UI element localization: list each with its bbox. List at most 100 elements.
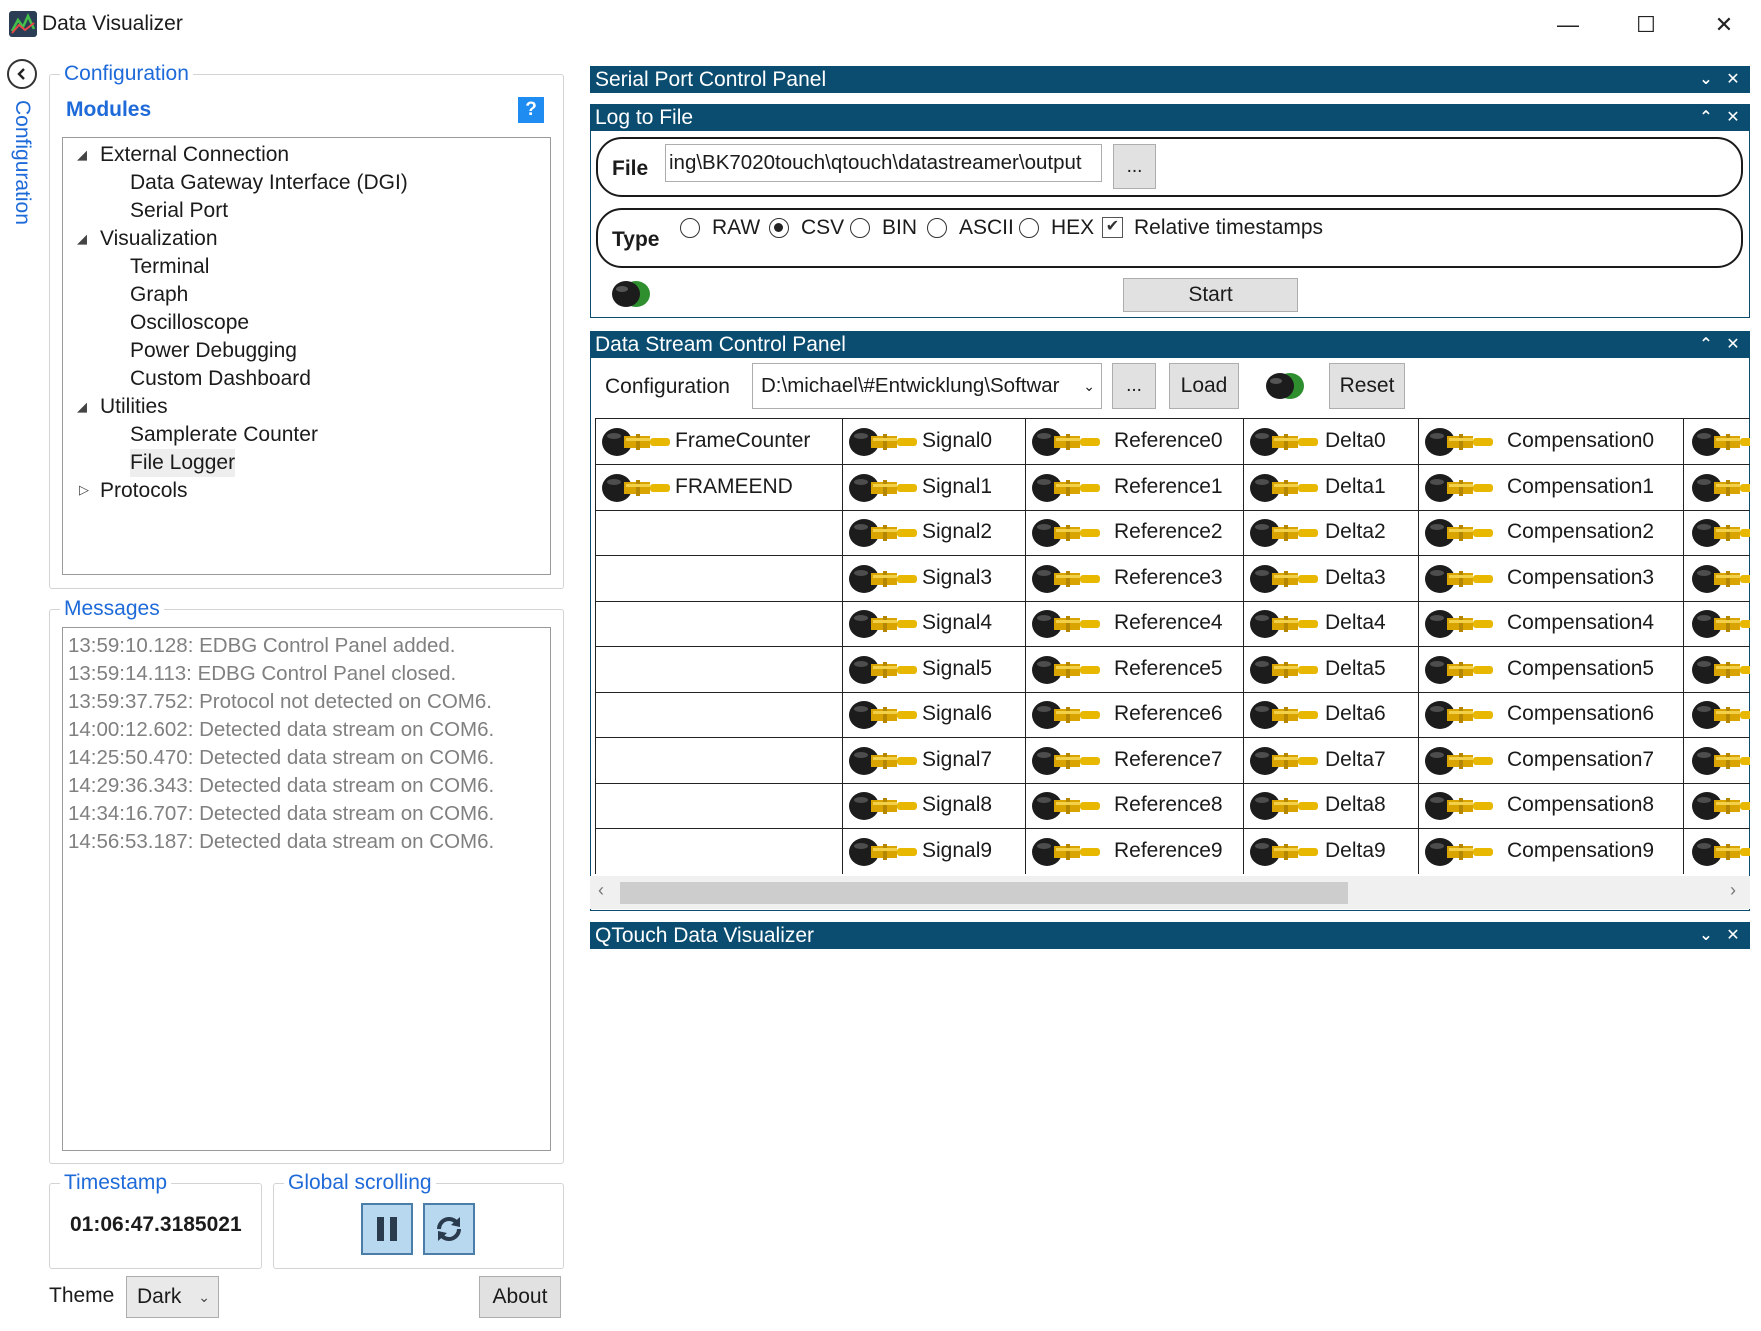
signal-connector-icon[interactable]: [847, 834, 921, 870]
signal-connector-icon[interactable]: [1030, 834, 1104, 870]
scrollbar-thumb[interactable]: [620, 882, 1348, 904]
radio-csv-label[interactable]: CSV: [801, 216, 844, 240]
browse-file-button[interactable]: ...: [1113, 144, 1156, 189]
refresh-button[interactable]: [423, 1203, 475, 1255]
close-icon[interactable]: ✕: [1721, 66, 1745, 93]
close-window-button[interactable]: ✕: [1694, 6, 1754, 44]
tree-item-serial-port[interactable]: Serial Port: [130, 197, 228, 225]
close-icon[interactable]: ✕: [1721, 104, 1745, 131]
message-list[interactable]: 13:59:10.128: EDBG Control Panel added. …: [62, 627, 551, 1151]
signal-connector-icon[interactable]: [600, 424, 674, 460]
signal-connector-icon[interactable]: [1690, 788, 1750, 824]
signal-connector-icon[interactable]: [1248, 788, 1322, 824]
help-icon[interactable]: ?: [518, 97, 544, 123]
collapsed-arrow-icon[interactable]: ▷: [79, 482, 89, 498]
tree-item-utilities[interactable]: Utilities: [100, 393, 168, 421]
signal-connector-icon[interactable]: [847, 424, 921, 460]
expanded-arrow-icon[interactable]: ◢: [77, 231, 87, 247]
log-to-file-panel-header[interactable]: Log to File ⌃ ✕: [590, 104, 1750, 131]
signal-connector-icon[interactable]: [1030, 561, 1104, 597]
load-button[interactable]: Load: [1169, 363, 1239, 409]
expand-icon[interactable]: ⌄: [1694, 66, 1718, 93]
signal-connector-icon[interactable]: [1690, 424, 1750, 460]
scroll-left-icon[interactable]: ‹: [598, 880, 604, 901]
expanded-arrow-icon[interactable]: ◢: [77, 399, 87, 415]
about-button[interactable]: About: [479, 1276, 561, 1318]
scroll-right-icon[interactable]: ›: [1730, 880, 1736, 901]
signal-connector-icon[interactable]: [1690, 834, 1750, 870]
maximize-button[interactable]: ☐: [1616, 6, 1676, 44]
signal-connector-icon[interactable]: [847, 606, 921, 642]
signal-connector-icon[interactable]: [1690, 697, 1750, 733]
radio-hex-label[interactable]: HEX: [1051, 216, 1094, 240]
signal-connector-icon[interactable]: [1690, 606, 1750, 642]
signal-connector-icon[interactable]: [847, 697, 921, 733]
signal-connector-icon[interactable]: [1030, 743, 1104, 779]
tree-item-protocols[interactable]: Protocols: [100, 477, 188, 505]
signal-connector-icon[interactable]: [1690, 743, 1750, 779]
signal-connector-icon[interactable]: [847, 788, 921, 824]
radio-csv[interactable]: [769, 218, 789, 238]
signal-connector-icon[interactable]: [1030, 515, 1104, 551]
qtouch-panel-header[interactable]: QTouch Data Visualizer ⌄ ✕: [590, 922, 1750, 949]
signal-connector-icon[interactable]: [1248, 424, 1322, 460]
signal-connector-icon[interactable]: [1248, 834, 1322, 870]
radio-bin-label[interactable]: BIN: [882, 216, 917, 240]
signal-connector-icon[interactable]: [847, 515, 921, 551]
signal-connector-icon[interactable]: [847, 470, 921, 506]
tree-item-graph[interactable]: Graph: [130, 281, 188, 309]
tree-item-visualization[interactable]: Visualization: [100, 225, 218, 253]
signal-connector-icon[interactable]: [1030, 652, 1104, 688]
tree-item-samplerate-counter[interactable]: Samplerate Counter: [130, 421, 318, 449]
signal-connector-icon[interactable]: [1423, 470, 1497, 506]
tree-item-oscilloscope[interactable]: Oscilloscope: [130, 309, 249, 337]
tree-item-custom-dashboard[interactable]: Custom Dashboard: [130, 365, 311, 393]
signal-connector-icon[interactable]: [1423, 697, 1497, 733]
serial-port-panel-header[interactable]: Serial Port Control Panel ⌄ ✕: [590, 66, 1750, 93]
signal-connector-icon[interactable]: [1030, 424, 1104, 460]
signal-connector-icon[interactable]: [1423, 652, 1497, 688]
radio-ascii-label[interactable]: ASCII: [959, 216, 1014, 240]
signal-connector-icon[interactable]: [847, 561, 921, 597]
signal-connector-icon[interactable]: [1248, 652, 1322, 688]
tree-item-external-connection[interactable]: External Connection: [100, 141, 289, 169]
radio-raw-label[interactable]: RAW: [712, 216, 760, 240]
signal-connector-icon[interactable]: [1423, 834, 1497, 870]
close-icon[interactable]: ✕: [1721, 922, 1745, 949]
side-tab-configuration[interactable]: Configuration: [8, 100, 34, 240]
signal-connector-icon[interactable]: [847, 743, 921, 779]
signal-connector-icon[interactable]: [1690, 515, 1750, 551]
signal-connector-icon[interactable]: [1423, 515, 1497, 551]
signal-connector-icon[interactable]: [1423, 743, 1497, 779]
expand-icon[interactable]: ⌄: [1694, 922, 1718, 949]
signal-connector-icon[interactable]: [1030, 470, 1104, 506]
signal-connector-icon[interactable]: [1690, 652, 1750, 688]
signal-connector-icon[interactable]: [1423, 561, 1497, 597]
close-icon[interactable]: ✕: [1721, 331, 1745, 358]
minimize-button[interactable]: —: [1538, 6, 1598, 44]
tree-item-power-debugging[interactable]: Power Debugging: [130, 337, 297, 365]
collapse-configuration-button[interactable]: [7, 59, 37, 89]
signal-connector-icon[interactable]: [1248, 470, 1322, 506]
signal-connector-icon[interactable]: [600, 470, 674, 506]
radio-hex[interactable]: [1019, 218, 1039, 238]
signal-connector-icon[interactable]: [1248, 743, 1322, 779]
signal-connector-icon[interactable]: [1690, 561, 1750, 597]
signal-connector-icon[interactable]: [1423, 424, 1497, 460]
collapse-icon[interactable]: ⌃: [1694, 331, 1718, 358]
expanded-arrow-icon[interactable]: ◢: [77, 147, 87, 163]
signal-connector-icon[interactable]: [1690, 470, 1750, 506]
relative-timestamps-checkbox[interactable]: ✔: [1102, 217, 1123, 238]
signal-connector-icon[interactable]: [1248, 606, 1322, 642]
configuration-select[interactable]: D:\michael\#Entwicklung\Softwar ⌄: [752, 363, 1102, 409]
browse-config-button[interactable]: ...: [1112, 363, 1156, 409]
radio-ascii[interactable]: [927, 218, 947, 238]
signal-connector-icon[interactable]: [1248, 697, 1322, 733]
signal-connector-icon[interactable]: [1030, 606, 1104, 642]
relative-timestamps-label[interactable]: Relative timestamps: [1134, 216, 1323, 240]
signal-connector-icon[interactable]: [1248, 515, 1322, 551]
signal-connector-icon[interactable]: [1248, 561, 1322, 597]
pause-button[interactable]: [361, 1203, 413, 1255]
reset-button[interactable]: Reset: [1329, 363, 1405, 409]
radio-raw[interactable]: [680, 218, 700, 238]
